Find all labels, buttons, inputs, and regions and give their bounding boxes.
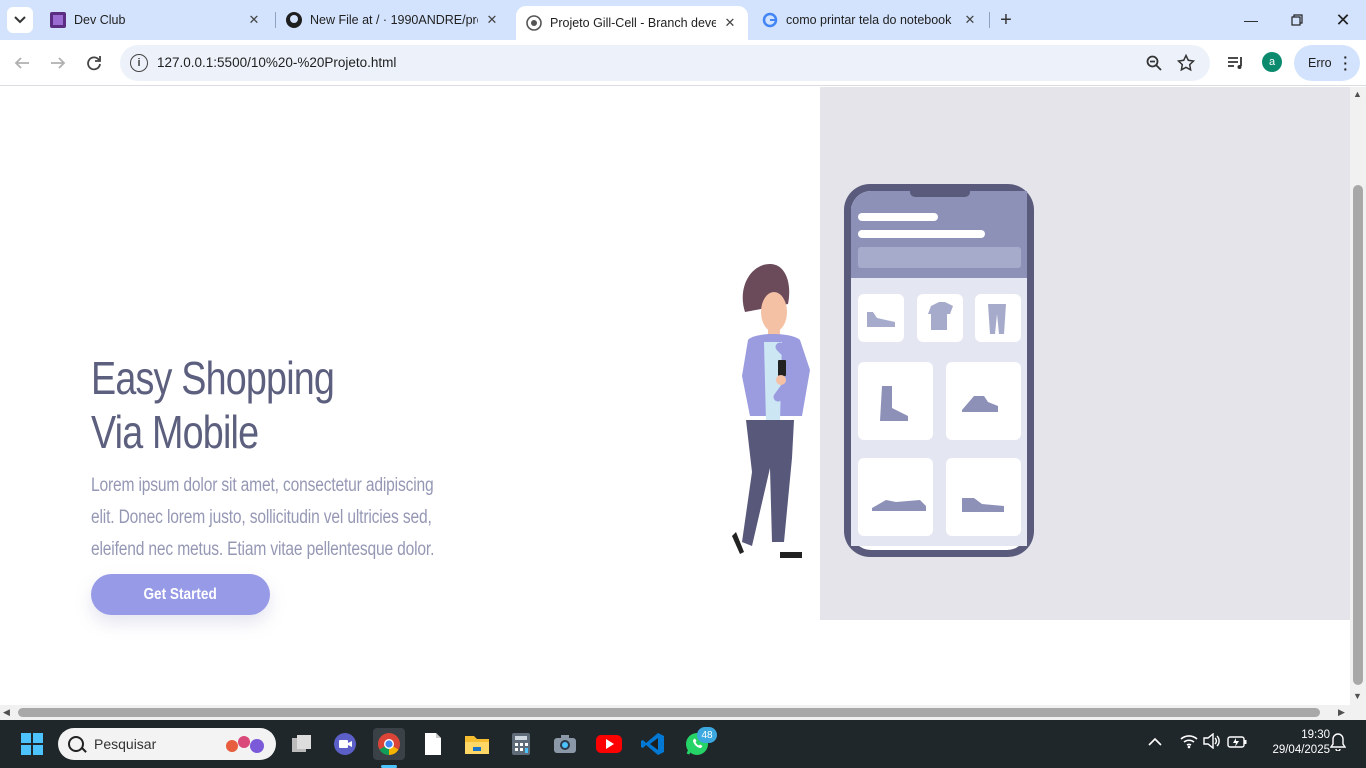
address-bar[interactable]: i 127.0.0.1:5500/10%20-%20Projeto.html (120, 45, 1210, 81)
tab-divider (989, 12, 990, 28)
tab-github[interactable]: New File at / · 1990ANDRE/proj ✕ (276, 0, 510, 40)
site-info-icon[interactable]: i (130, 54, 148, 72)
tab-title: Dev Club (74, 13, 126, 27)
file-explorer-icon[interactable] (461, 728, 493, 760)
scroll-down-arrow-icon[interactable]: ▼ (1353, 691, 1362, 701)
chrome-taskbar-icon[interactable] (373, 728, 405, 760)
github-icon (286, 12, 302, 28)
chevron-up-icon[interactable] (1148, 734, 1162, 750)
close-icon[interactable]: ✕ (246, 12, 262, 28)
close-window-button[interactable]: ✕ (1320, 0, 1366, 40)
youtube-icon[interactable] (593, 728, 625, 760)
wifi-icon[interactable] (1180, 733, 1198, 752)
vertical-scroll-thumb[interactable] (1353, 185, 1363, 685)
close-icon[interactable]: ✕ (722, 15, 738, 31)
start-button[interactable] (16, 728, 48, 760)
hero-title-line1: Easy Shopping (91, 352, 335, 404)
close-icon[interactable]: ✕ (962, 12, 978, 28)
tab-strip: Dev Club ✕ New File at / · 1990ANDRE/pro… (0, 0, 1366, 40)
vscode-icon[interactable] (637, 728, 669, 760)
get-started-label: Get Started (143, 585, 218, 603)
arrow-right-icon (51, 57, 66, 69)
scroll-left-arrow-icon[interactable]: ◀ (3, 707, 10, 718)
hero-description: Lorem ipsum dolor sit amet, consectetur … (91, 475, 435, 560)
error-menu-button[interactable]: Erro · · · (1294, 45, 1360, 81)
search-icon (68, 736, 84, 752)
close-icon[interactable]: ✕ (484, 12, 500, 28)
forward-button[interactable] (44, 49, 72, 77)
error-label: Erro (1308, 56, 1332, 70)
back-button[interactable] (8, 49, 36, 77)
tab-title: New File at / · 1990ANDRE/proj (310, 13, 478, 27)
calculator-icon[interactable] (505, 728, 537, 760)
bookmark-star-icon[interactable] (1176, 53, 1196, 73)
dev-club-favicon-icon (50, 12, 66, 28)
tab-dev-club[interactable]: Dev Club ✕ (40, 0, 272, 40)
volume-icon[interactable] (1203, 732, 1221, 752)
horizontal-scrollbar[interactable]: ◀ ▶ (0, 705, 1366, 720)
vertical-scrollbar[interactable]: ▲ ▼ (1350, 87, 1366, 705)
tab-search-button[interactable] (7, 7, 33, 33)
kebab-menu-icon: · · · (1343, 49, 1348, 77)
google-icon (762, 12, 778, 28)
globe-icon (526, 15, 542, 31)
windows-taskbar: Pesquisar 19:30 29/04/2025 (0, 720, 1366, 768)
reload-icon (87, 56, 101, 71)
hero-title: Easy Shopping Via Mobile (91, 351, 335, 459)
hero-title-line2: Via Mobile (91, 406, 259, 458)
page-viewport: Easy Shopping Via Mobile Lorem ipsum dol… (0, 87, 1350, 705)
zoom-icon[interactable] (1144, 53, 1164, 73)
new-tab-button[interactable]: + (994, 8, 1018, 32)
browser-toolbar: i 127.0.0.1:5500/10%20-%20Projeto.html a… (0, 40, 1366, 86)
tab-title: como printar tela do notebook (786, 13, 952, 27)
tab-projeto-gill-cell[interactable]: Projeto Gill-Cell - Branch develo ✕ (516, 6, 748, 40)
camera-icon[interactable] (549, 728, 581, 760)
clock-date: 29/04/2025 (1272, 744, 1330, 756)
task-view-icon[interactable] (286, 728, 318, 760)
restore-button[interactable] (1274, 0, 1320, 40)
tab-google-search[interactable]: como printar tela do notebook ✕ (752, 0, 988, 40)
taskbar-search-box[interactable]: Pesquisar (58, 728, 276, 760)
clock-time: 19:30 (1301, 729, 1330, 741)
notepad-icon[interactable] (417, 728, 449, 760)
reload-button[interactable] (80, 49, 108, 77)
mobile-shopping-illustration (732, 184, 1034, 558)
restore-icon (1291, 14, 1303, 26)
get-started-button[interactable]: Get Started (91, 574, 270, 615)
search-placeholder: Pesquisar (94, 736, 157, 752)
scroll-right-arrow-icon[interactable]: ▶ (1338, 707, 1345, 718)
chevron-down-icon (14, 16, 26, 24)
url-text: 127.0.0.1:5500/10%20-%20Projeto.html (157, 55, 397, 70)
phone-mockup (844, 184, 1034, 557)
profile-avatar[interactable]: a (1262, 52, 1282, 72)
battery-icon[interactable] (1227, 735, 1247, 751)
minimize-button[interactable]: — (1228, 0, 1274, 40)
teams-meet-icon[interactable] (329, 728, 361, 760)
tab-title: Projeto Gill-Cell - Branch develo (550, 16, 716, 30)
search-highlight-icon (226, 736, 264, 753)
notification-bell-icon[interactable] (1329, 733, 1347, 754)
whatsapp-unread-badge: 48 (697, 727, 717, 743)
system-clock[interactable]: 19:30 29/04/2025 (1250, 728, 1330, 758)
woman-figure (732, 264, 810, 558)
horizontal-scroll-thumb[interactable] (18, 708, 1320, 717)
media-control-icon[interactable] (1226, 53, 1246, 73)
arrow-left-icon (14, 57, 29, 69)
scroll-up-arrow-icon[interactable]: ▲ (1353, 89, 1362, 99)
windows-logo-icon (21, 733, 43, 755)
